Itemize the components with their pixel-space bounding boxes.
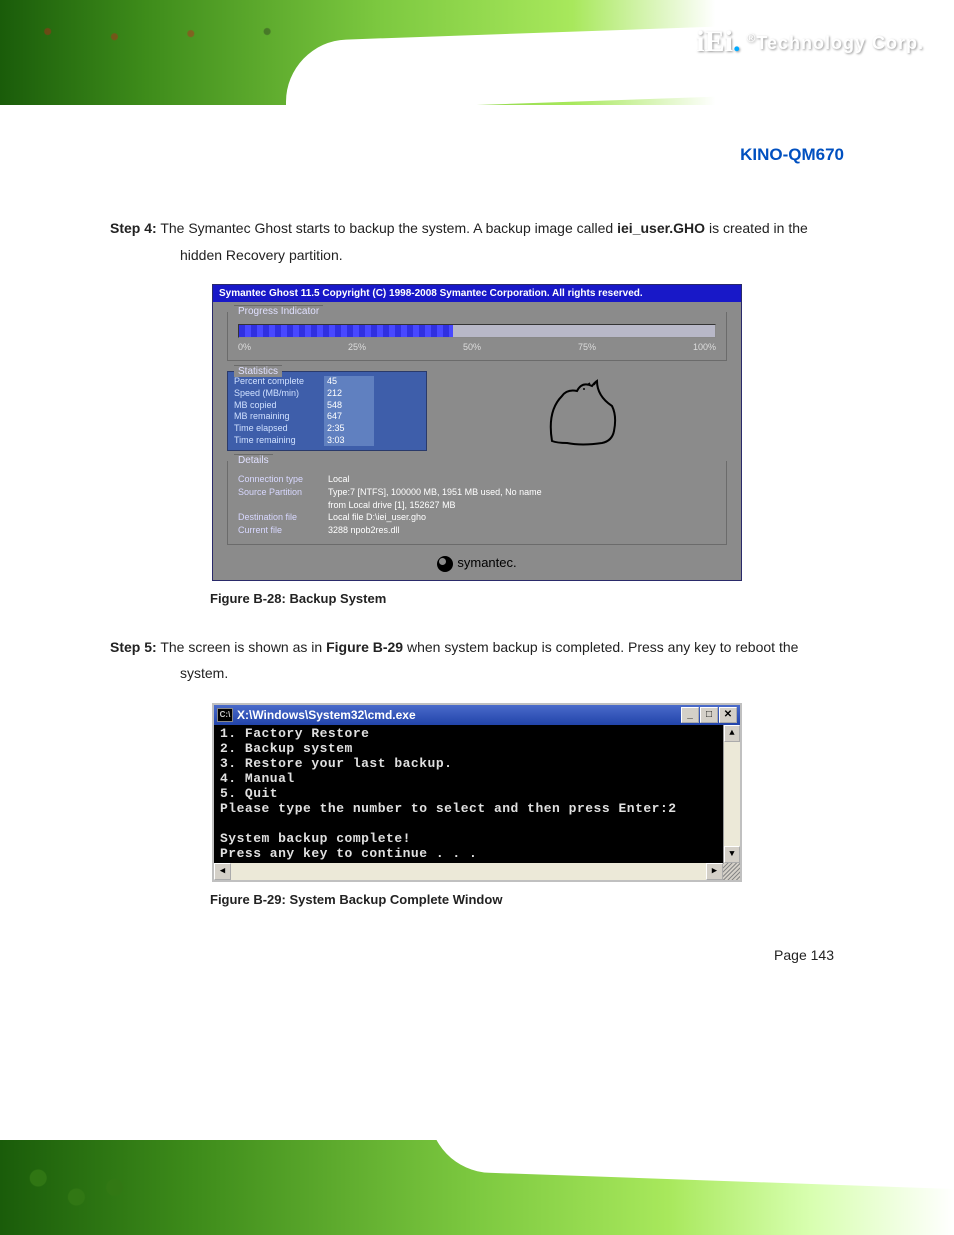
- detail-row: Current file3288 npob2res.dll: [238, 524, 716, 537]
- step-text: The Symantec Ghost starts to backup the …: [160, 220, 617, 236]
- figure-29-caption: Figure B-29: System Backup Complete Wind…: [210, 892, 844, 907]
- stat-row: MB copied548: [234, 400, 420, 412]
- stat-row: Time remaining3:03: [234, 435, 420, 447]
- ghost-titlebar: Symantec Ghost 11.5 Copyright (C) 1998-2…: [213, 285, 741, 302]
- details-label: Details: [234, 454, 273, 466]
- maximize-button[interactable]: □: [700, 707, 718, 723]
- symantec-text: symantec.: [457, 555, 516, 570]
- page-content: KINO-QM670 Step 4: The Symantec Ghost st…: [0, 105, 954, 963]
- stat-row: Percent complete45: [234, 376, 420, 388]
- progress-group: Progress Indicator 0% 25% 50% 75% 100%: [227, 312, 727, 361]
- horizontal-scrollbar[interactable]: ◀ ▶: [214, 863, 740, 880]
- bottom-banner: [0, 1140, 954, 1235]
- tick: 100%: [693, 342, 716, 352]
- top-banner: iEi. ®Technology Corp.: [0, 0, 954, 105]
- cmd-content-wrap: 1. Factory Restore 2. Backup system 3. R…: [214, 725, 740, 863]
- tick: 25%: [348, 342, 366, 352]
- cmd-icon: C:\: [217, 708, 233, 722]
- detail-row: from Local drive [1], 152627 MB: [238, 499, 716, 512]
- progress-ticks: 0% 25% 50% 75% 100%: [238, 342, 716, 352]
- statistics-group: Statistics Percent complete45 Speed (MB/…: [227, 371, 427, 451]
- logo-suffix: ®Technology Corp.: [746, 31, 924, 54]
- step-bold: iei_user.GHO: [617, 220, 705, 236]
- detail-row: Connection typeLocal: [238, 473, 716, 486]
- symantec-logo-row: symantec.: [227, 555, 727, 572]
- step-label: Step 4:: [110, 220, 157, 236]
- stat-row: Time elapsed2:35: [234, 423, 420, 435]
- progress-bar: [238, 324, 716, 338]
- page-number: Page 143: [110, 947, 844, 963]
- cmd-window: C:\ X:\Windows\System32\cmd.exe _ □ ✕ 1.…: [212, 703, 742, 882]
- ghost-window: Symantec Ghost 11.5 Copyright (C) 1998-2…: [212, 284, 742, 581]
- vertical-scrollbar[interactable]: ▲ ▼: [723, 725, 740, 863]
- scroll-track[interactable]: [231, 863, 706, 880]
- stat-row: Speed (MB/min)212: [234, 388, 420, 400]
- bottom-swoosh: [429, 1140, 954, 1189]
- window-buttons: _ □ ✕: [681, 707, 737, 723]
- figure-28-caption: Figure B-28: Backup System: [210, 591, 844, 606]
- step-4: Step 4: The Symantec Ghost starts to bac…: [110, 215, 844, 268]
- detail-row: Source PartitionType:7 [NTFS], 100000 MB…: [238, 486, 716, 499]
- step-text: The screen is shown as in: [160, 639, 326, 655]
- stat-row: MB remaining647: [234, 411, 420, 423]
- scroll-track[interactable]: [724, 742, 740, 846]
- scroll-up-icon[interactable]: ▲: [724, 725, 740, 742]
- scroll-left-icon[interactable]: ◀: [214, 863, 231, 880]
- cmd-title: X:\Windows\System32\cmd.exe: [237, 708, 416, 722]
- progress-fill: [239, 325, 453, 337]
- tick: 50%: [463, 342, 481, 352]
- stats-label: Statistics: [234, 365, 282, 377]
- logo-text: iEi.: [696, 25, 740, 59]
- tick: 0%: [238, 342, 251, 352]
- ghost-icon: [532, 371, 632, 451]
- cmd-titlebar[interactable]: C:\ X:\Windows\System32\cmd.exe _ □ ✕: [214, 705, 740, 725]
- document-title: KINO-QM670: [110, 145, 844, 165]
- logo: iEi. ®Technology Corp.: [696, 25, 924, 59]
- ghost-body: Progress Indicator 0% 25% 50% 75% 100% S…: [213, 302, 741, 580]
- symantec-icon: [437, 556, 453, 572]
- ghost-mascot: [437, 371, 727, 451]
- details-group: Details Connection typeLocal Source Part…: [227, 461, 727, 545]
- detail-row: Destination fileLocal file D:\iei_user.g…: [238, 511, 716, 524]
- progress-label: Progress Indicator: [234, 305, 323, 317]
- hidden-step-suffix: Step 0:: [232, 665, 279, 681]
- tick: 75%: [578, 342, 596, 352]
- cmd-output[interactable]: 1. Factory Restore 2. Backup system 3. R…: [214, 725, 740, 863]
- scroll-down-icon[interactable]: ▼: [724, 846, 740, 863]
- minimize-button[interactable]: _: [681, 707, 699, 723]
- resize-grip[interactable]: [723, 863, 740, 880]
- close-button[interactable]: ✕: [719, 707, 737, 723]
- scroll-right-icon[interactable]: ▶: [706, 863, 723, 880]
- stats-wrap: Statistics Percent complete45 Speed (MB/…: [227, 371, 727, 451]
- figure-ref: Figure B-29: [326, 639, 403, 655]
- step-label: Step 5:: [110, 639, 157, 655]
- step-5: Step 5: The screen is shown as in Figure…: [110, 634, 844, 687]
